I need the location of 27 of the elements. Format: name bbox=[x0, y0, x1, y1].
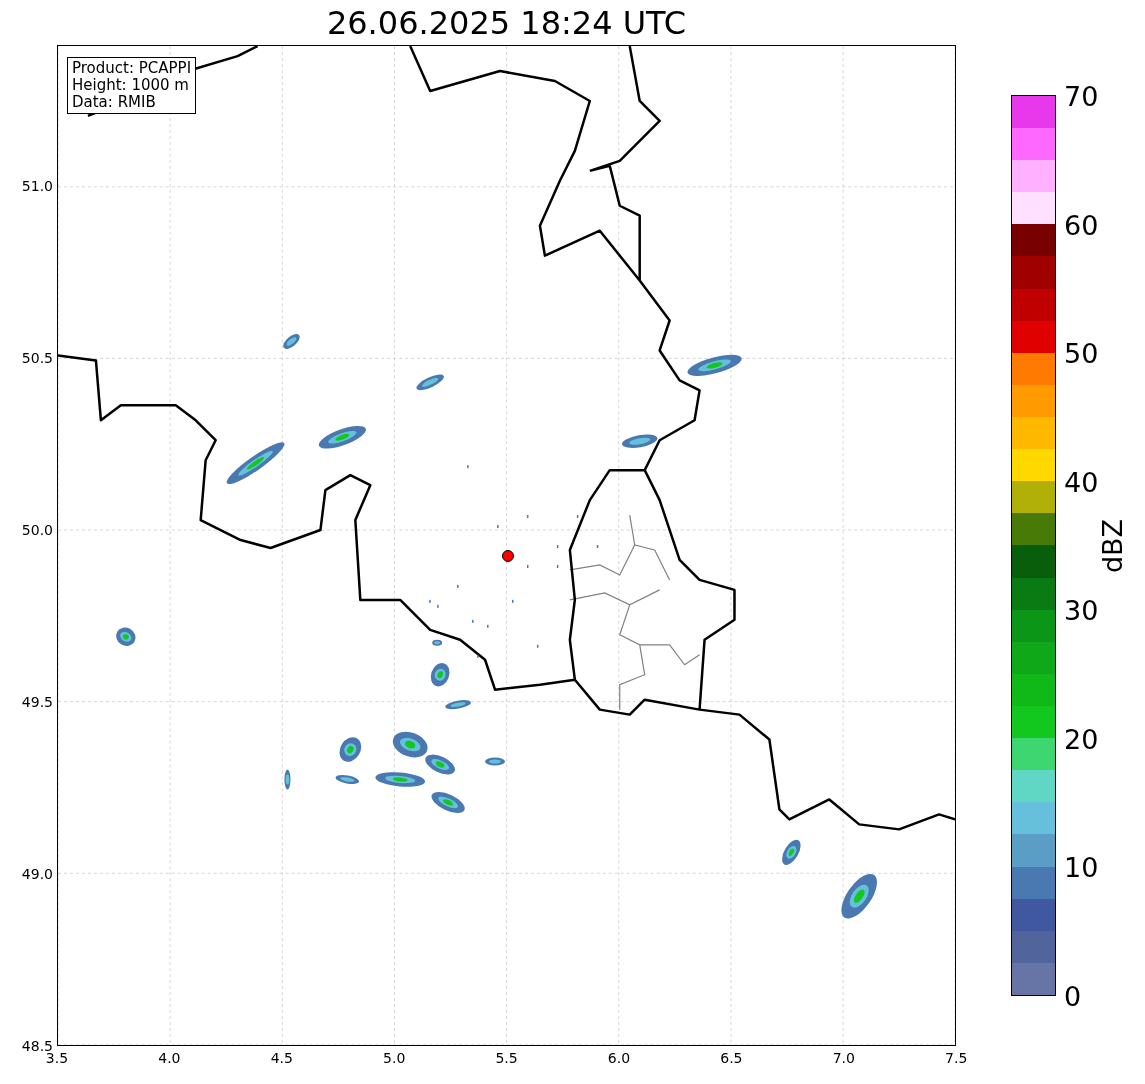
info-text: Product: PCAPPI bbox=[72, 60, 192, 77]
x-tick-label: 6.0 bbox=[607, 1050, 631, 1066]
x-tick-label: 5.0 bbox=[383, 1050, 406, 1066]
x-tick-label: 4.0 bbox=[158, 1050, 181, 1066]
info-text: Height: 1000 m bbox=[72, 77, 190, 94]
x-tick-label: 6.5 bbox=[720, 1050, 743, 1066]
colorbar-tick-label: 40 bbox=[1064, 466, 1099, 498]
x-tick-label: 4.5 bbox=[270, 1050, 293, 1066]
radar-station-icon bbox=[502, 550, 514, 562]
y-tick-label: 50.5 bbox=[21, 350, 53, 366]
colorbar-tick-label: 50 bbox=[1064, 337, 1099, 369]
colorbar-label: dBZ bbox=[1096, 518, 1128, 573]
y-tick-label: 49.0 bbox=[21, 866, 53, 882]
x-tick-label: 5.5 bbox=[495, 1050, 518, 1066]
y-tick-label: 49.5 bbox=[21, 694, 53, 710]
x-tick-label: 7.0 bbox=[832, 1050, 855, 1066]
colorbar-tick-label: 30 bbox=[1064, 594, 1099, 626]
info-text: Data: RMIB bbox=[72, 94, 157, 111]
colorbar-tick-label: 20 bbox=[1064, 723, 1099, 755]
colorbar-tick-label: 60 bbox=[1064, 209, 1099, 241]
x-tick-label: 7.5 bbox=[945, 1050, 968, 1066]
colorbar-tick-label: 10 bbox=[1064, 851, 1099, 883]
y-tick-label: 50.0 bbox=[21, 522, 53, 538]
colorbar-tick-label: 0 bbox=[1064, 980, 1082, 1012]
colorbar-tick-label: 70 bbox=[1064, 80, 1099, 112]
chart-title: 26.06.2025 18:24 UTC bbox=[325, 2, 688, 44]
y-tick-label: 51.0 bbox=[21, 178, 53, 194]
